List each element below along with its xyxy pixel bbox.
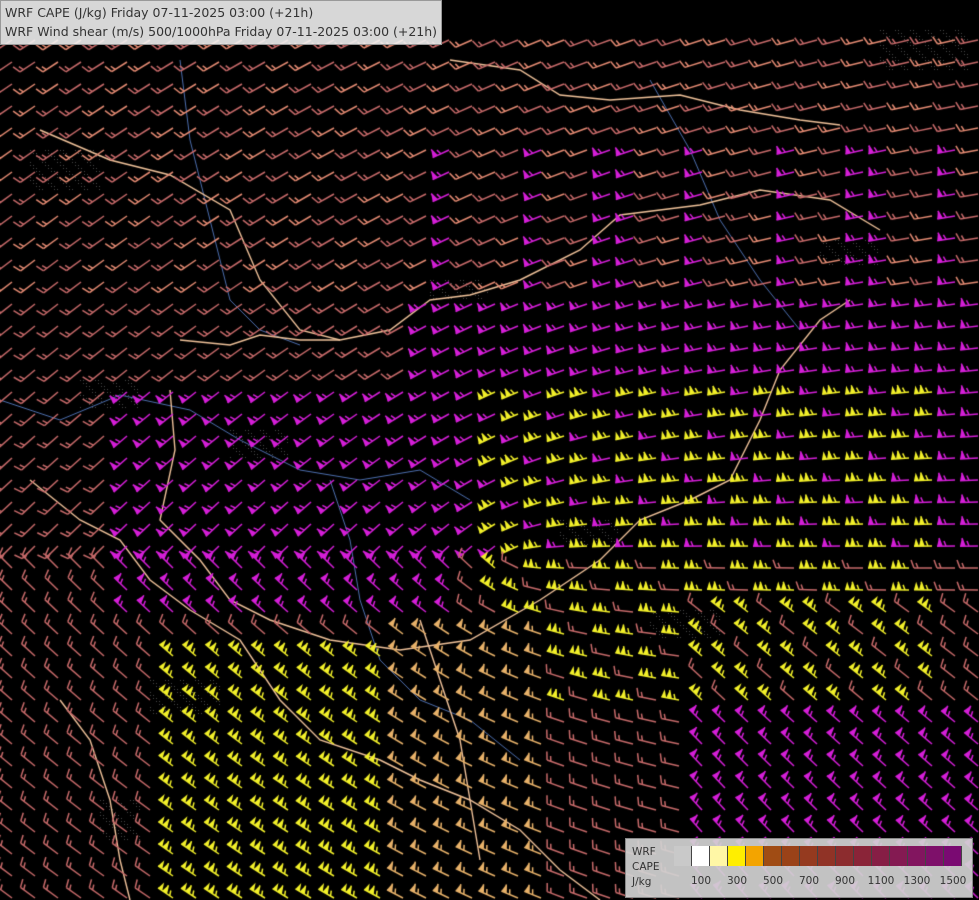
legend-swatch — [836, 846, 854, 866]
legend-swatch — [890, 846, 908, 866]
map-title-box: WRF CAPE (J/kg) Friday 07-11-2025 03:00 … — [0, 0, 443, 45]
legend-swatch — [908, 846, 926, 866]
legend-tick-label: 1300 — [903, 875, 931, 887]
legend-swatch — [800, 846, 818, 866]
legend-swatch — [710, 846, 728, 866]
legend-swatch — [782, 846, 800, 866]
cape-legend: WRF CAPE J/kg 100 300 500 700 900 1100 1300 150… — [625, 838, 973, 898]
legend-tick-labels: 100 300 500 700 900 1100 1300 1500 — [674, 875, 967, 889]
legend-tick-label: 1500 — [939, 875, 967, 887]
legend-swatch — [818, 846, 836, 866]
legend-tick-label: 1100 — [867, 875, 895, 887]
legend-swatch — [674, 846, 692, 866]
legend-swatch — [854, 846, 872, 866]
legend-label-variable: CAPE — [632, 861, 660, 873]
legend-swatch — [728, 846, 746, 866]
legend-swatch — [746, 846, 764, 866]
legend-swatch — [872, 846, 890, 866]
legend-label-model: WRF — [632, 846, 656, 858]
legend-swatch — [926, 846, 944, 866]
legend-tick-label: 500 — [762, 875, 784, 887]
legend-tick-label: 700 — [798, 875, 820, 887]
legend-swatch — [944, 846, 962, 866]
legend-tick-label: 300 — [726, 875, 748, 887]
legend-swatch — [692, 846, 710, 866]
legend-label: WRF CAPE J/kg — [632, 845, 659, 890]
legend-swatch — [764, 846, 782, 866]
legend-tick-label: 900 — [834, 875, 856, 887]
legend-tick-label: 100 — [690, 875, 712, 887]
wind-shear-map — [0, 0, 979, 900]
legend-color-scale — [674, 846, 962, 866]
wind-shear-title: WRF Wind shear (m/s) 500/1000hPa Friday … — [5, 24, 438, 39]
cape-title: WRF CAPE (J/kg) Friday 07-11-2025 03:00 … — [5, 5, 314, 20]
legend-label-unit: J/kg — [632, 876, 652, 888]
